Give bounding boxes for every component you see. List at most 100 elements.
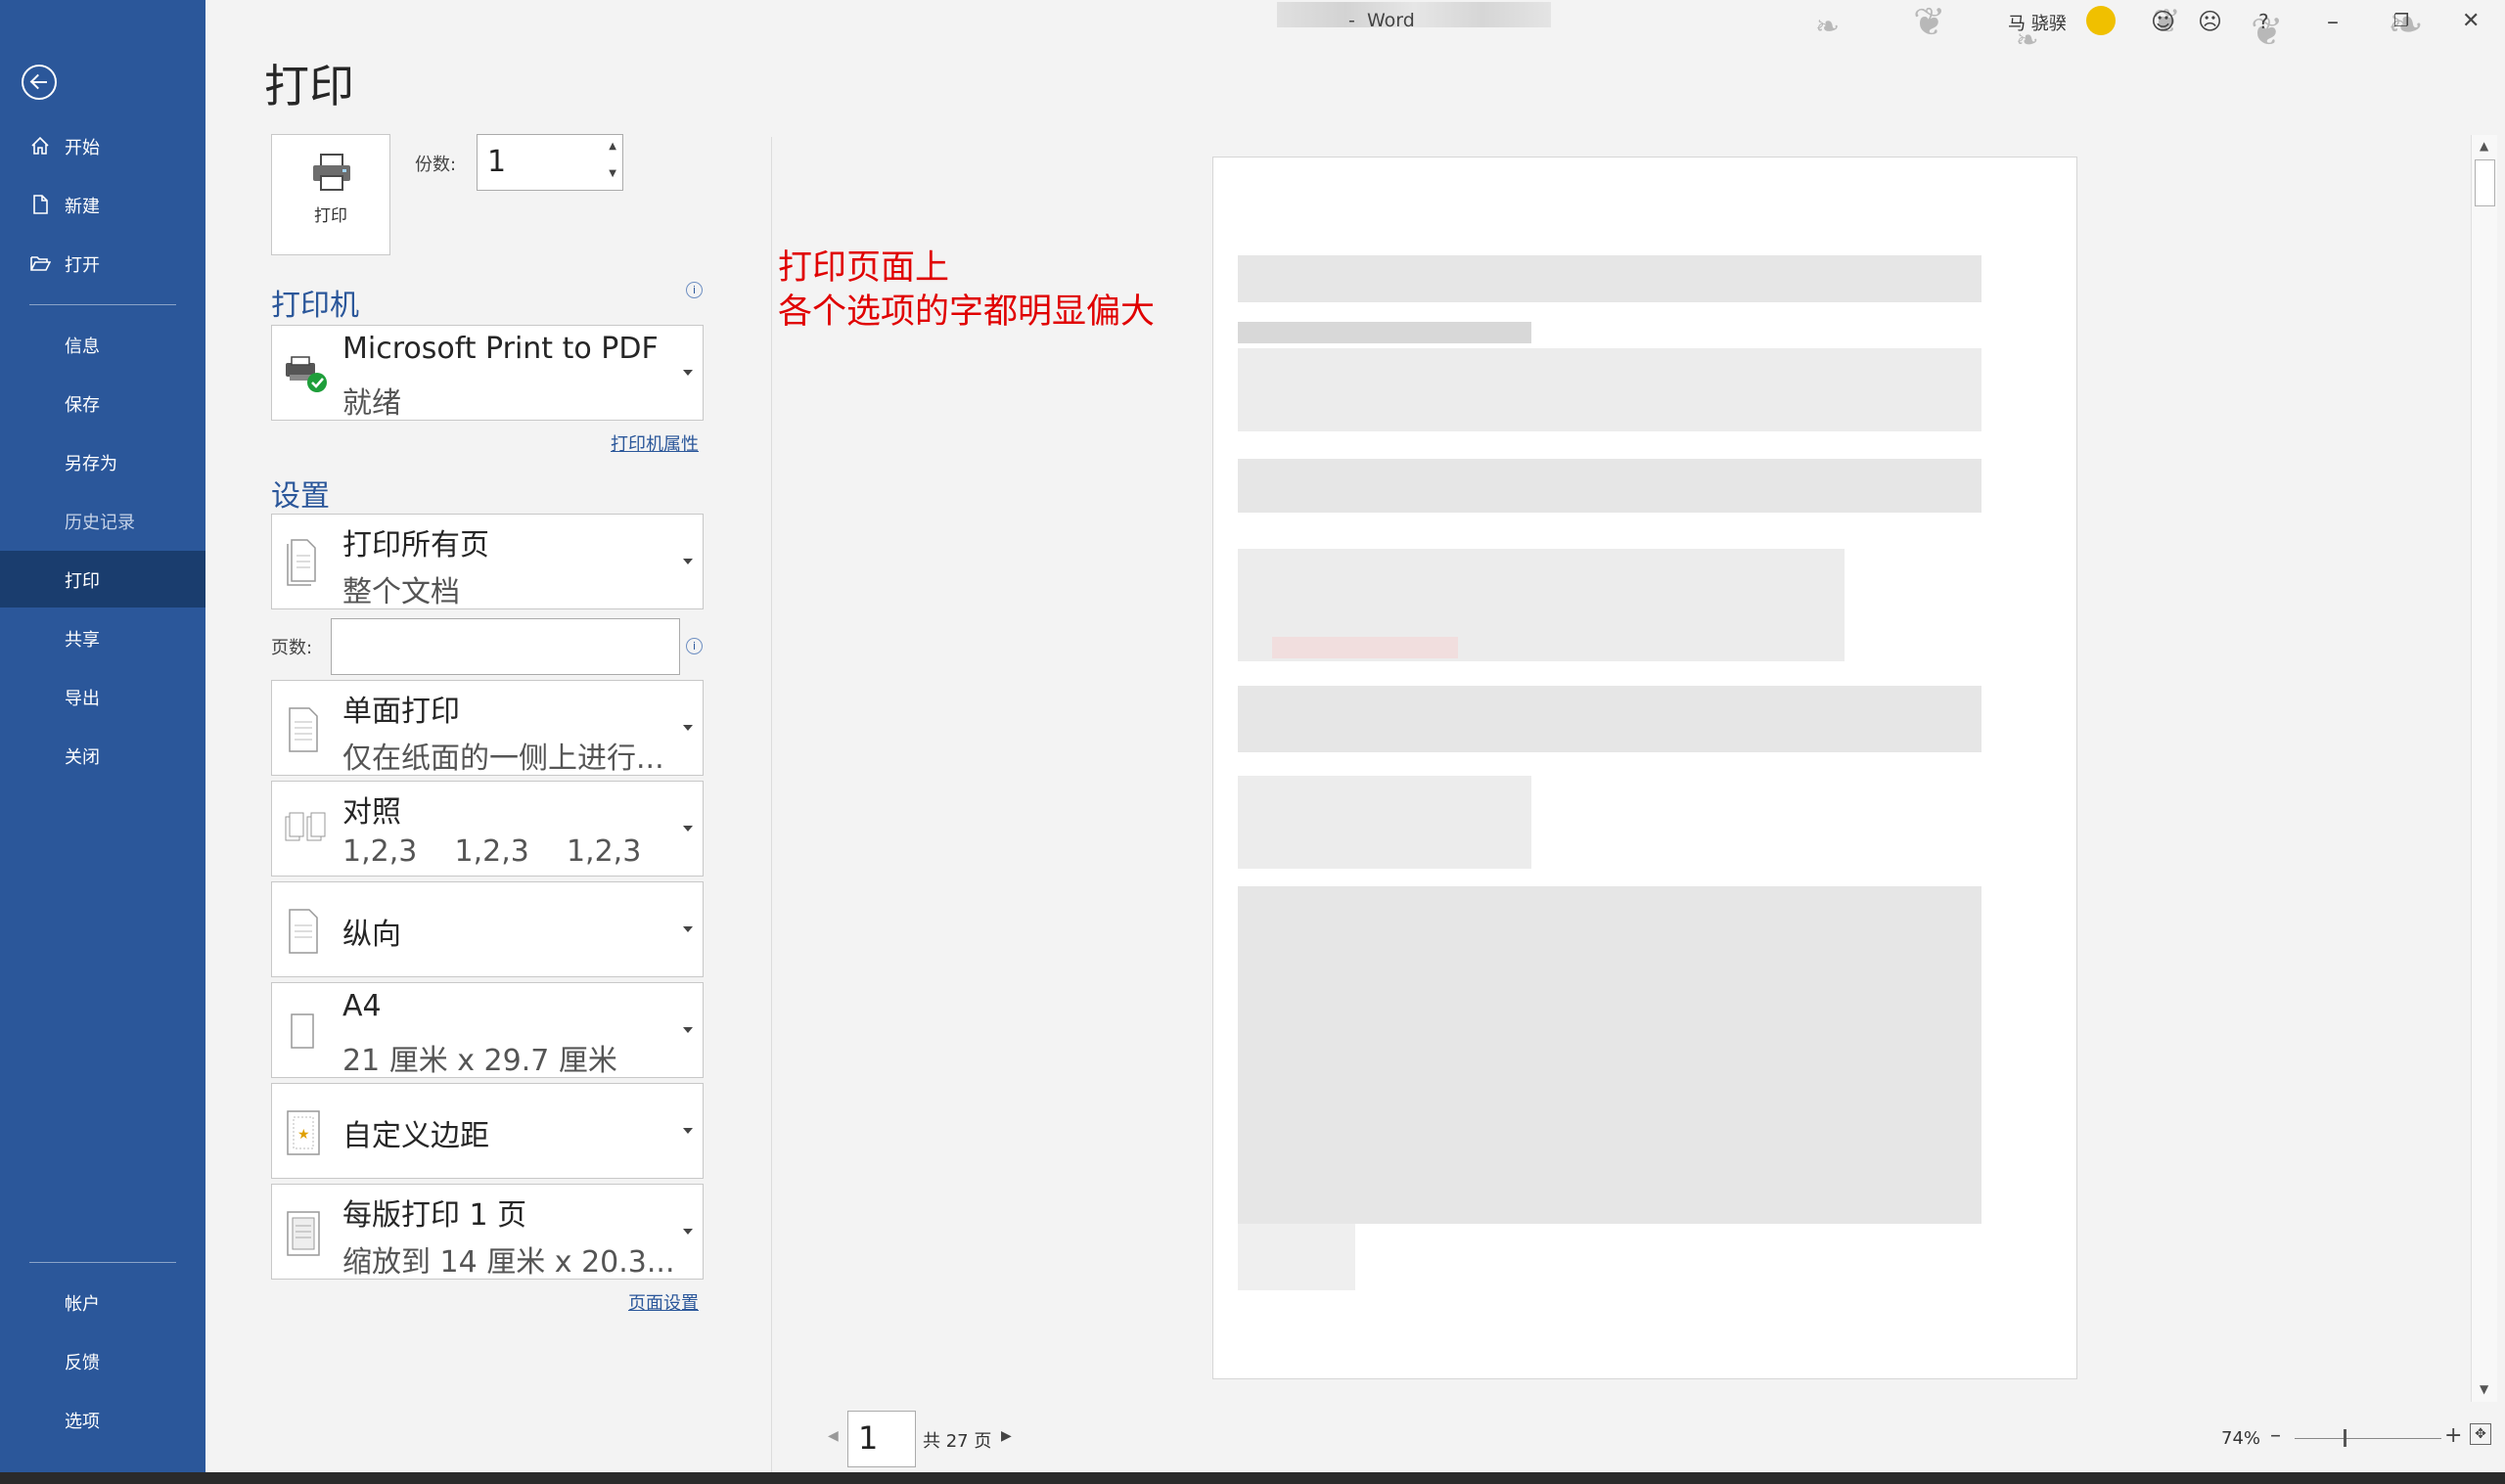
pages-per-sheet-subtitle: 缩放到 14 厘米 x 20.3... xyxy=(342,1245,675,1280)
zoom-out-icon[interactable]: – xyxy=(2270,1423,2281,1448)
avatar[interactable] xyxy=(2086,6,2116,35)
info-icon[interactable]: i xyxy=(686,638,703,654)
smile-feedback-icon[interactable]: ☺ xyxy=(2151,8,2175,35)
printer-dropdown[interactable]: Microsoft Print to PDF 就绪 xyxy=(271,325,704,421)
sidebar-item-label: 打开 xyxy=(65,255,100,276)
pages-stack-icon xyxy=(287,539,316,586)
scroll-up-icon[interactable]: ▲ xyxy=(2480,139,2488,153)
paper-size-title: A4 xyxy=(342,989,382,1023)
margins-title: 自定义边距 xyxy=(342,1119,489,1153)
annotation-text: 打印页面上 各个选项的字都明显偏大 xyxy=(778,247,1155,335)
open-folder-icon xyxy=(30,256,51,271)
help-icon[interactable]: ? xyxy=(2258,8,2269,35)
sidebar-item-label: 关闭 xyxy=(65,747,100,768)
zoom-level[interactable]: 74% xyxy=(2221,1428,2260,1449)
sidebar-item-info[interactable]: 信息 xyxy=(0,316,205,373)
previous-page-icon[interactable]: ◀ xyxy=(828,1428,839,1444)
chevron-down-icon xyxy=(683,1229,693,1235)
orientation-dropdown[interactable]: 纵向 xyxy=(271,881,704,977)
copies-input[interactable]: 1 ▲ ▼ xyxy=(477,134,623,191)
svg-text:★: ★ xyxy=(297,1127,310,1143)
annotation-line: 各个选项的字都明显偏大 xyxy=(778,292,1156,332)
current-page-input[interactable]: 1 xyxy=(847,1411,916,1467)
preview-scrollbar[interactable]: ▲ ▼ xyxy=(2471,135,2497,1402)
print-range-subtitle: 整个文档 xyxy=(342,575,460,609)
frown-feedback-icon[interactable]: ☹ xyxy=(2198,8,2222,35)
blurred-content xyxy=(1238,1224,1355,1290)
sidebar-item-label: 打印 xyxy=(65,571,100,592)
zoom-in-icon[interactable]: + xyxy=(2444,1423,2462,1448)
printer-icon xyxy=(313,154,350,191)
sidebar-divider xyxy=(29,304,176,305)
orientation-title: 纵向 xyxy=(342,918,401,952)
print-button[interactable]: 打印 xyxy=(271,134,390,255)
page-setup-link[interactable]: 页面设置 xyxy=(628,1289,699,1315)
collate-dropdown[interactable]: 对照 1,2,3 1,2,3 1,2,3 xyxy=(271,781,704,877)
blurred-content xyxy=(1238,322,1531,343)
minimize-icon[interactable]: – xyxy=(2327,8,2339,35)
printer-name: Microsoft Print to PDF xyxy=(342,332,659,366)
sidebar-item-label: 反馈 xyxy=(65,1353,100,1373)
sidebar-divider xyxy=(29,1262,176,1263)
user-name[interactable]: 马 骁骙 xyxy=(2008,10,2067,35)
spin-down-icon[interactable]: ▼ xyxy=(609,168,616,179)
title-separator: - xyxy=(1348,10,1355,31)
print-range-dropdown[interactable]: 打印所有页 整个文档 xyxy=(271,514,704,609)
sidebar-item-label: 开始 xyxy=(65,138,100,158)
print-sides-subtitle: 仅在纸面的一侧上进行... xyxy=(342,742,664,776)
scroll-thumb[interactable] xyxy=(2475,159,2495,206)
info-icon[interactable]: i xyxy=(686,282,703,298)
zoom-slider-handle[interactable] xyxy=(2344,1429,2346,1447)
sidebar-item-options[interactable]: 选项 xyxy=(0,1391,205,1448)
sidebar-item-account[interactable]: 帐户 xyxy=(0,1274,205,1330)
chevron-down-icon xyxy=(683,926,693,932)
blurred-content xyxy=(1238,776,1531,869)
sidebar-item-save[interactable]: 保存 xyxy=(0,375,205,431)
pages-per-sheet-title: 每版打印 1 页 xyxy=(342,1198,527,1233)
restore-icon[interactable]: ❐ xyxy=(2393,8,2409,35)
copies-label: 份数: xyxy=(415,155,457,175)
new-document-icon xyxy=(33,195,48,214)
sidebar-item-export[interactable]: 导出 xyxy=(0,668,205,725)
margins-dropdown[interactable]: ★ 自定义边距 xyxy=(271,1083,704,1179)
current-page-value: 1 xyxy=(858,1419,879,1457)
home-icon xyxy=(31,136,49,155)
sidebar-item-history[interactable]: 历史记录 xyxy=(0,492,205,549)
app-name: Word xyxy=(1366,10,1415,31)
pages-per-sheet-dropdown[interactable]: 每版打印 1 页 缩放到 14 厘米 x 20.3... xyxy=(271,1184,704,1280)
sidebar-item-label: 历史记录 xyxy=(65,513,135,533)
sidebar-item-feedback[interactable]: 反馈 xyxy=(0,1332,205,1389)
pages-input[interactable] xyxy=(331,618,680,675)
sidebar-item-label: 共享 xyxy=(65,630,100,651)
next-page-icon[interactable]: ▶ xyxy=(1001,1428,1012,1444)
zoom-slider[interactable] xyxy=(2295,1438,2441,1439)
pages-per-sheet-icon xyxy=(287,1211,320,1256)
sidebar-item-new[interactable]: 新建 xyxy=(0,176,205,233)
fit-to-page-icon[interactable]: ✥ xyxy=(2470,1423,2491,1445)
scroll-down-icon[interactable]: ▼ xyxy=(2480,1382,2488,1396)
sidebar-item-label: 导出 xyxy=(65,689,100,709)
printer-properties-link[interactable]: 打印机属性 xyxy=(611,430,699,456)
sidebar-item-open[interactable]: 打开 xyxy=(0,235,205,292)
sidebar-item-share[interactable]: 共享 xyxy=(0,609,205,666)
blurred-content xyxy=(1272,637,1458,658)
sidebar-item-home[interactable]: 开始 xyxy=(0,117,205,174)
single-sided-icon xyxy=(289,707,318,752)
collate-subtitle: 1,2,3 1,2,3 1,2,3 xyxy=(342,834,642,869)
pages-label: 页数: xyxy=(271,638,313,658)
sidebar-item-print[interactable]: 打印 xyxy=(0,551,205,607)
sidebar-item-label: 信息 xyxy=(65,337,100,357)
leaf-decoration-icon: ❧ xyxy=(1815,10,1841,44)
print-sides-dropdown[interactable]: 单面打印 仅在纸面的一侧上进行... xyxy=(271,680,704,776)
blurred-content xyxy=(1238,459,1981,513)
sidebar-item-label: 选项 xyxy=(65,1412,100,1432)
leaf-decoration-icon: ❦ xyxy=(1913,0,1946,45)
page-title: 打印 xyxy=(264,60,354,112)
sidebar-item-save-as[interactable]: 另存为 xyxy=(0,433,205,490)
back-arrow-icon[interactable] xyxy=(22,65,57,100)
close-icon[interactable]: ✕ xyxy=(2462,8,2480,35)
sidebar-item-close[interactable]: 关闭 xyxy=(0,727,205,784)
paper-size-dropdown[interactable]: A4 21 厘米 x 29.7 厘米 xyxy=(271,982,704,1078)
spin-up-icon[interactable]: ▲ xyxy=(609,141,616,152)
sidebar-item-label: 保存 xyxy=(65,395,100,416)
